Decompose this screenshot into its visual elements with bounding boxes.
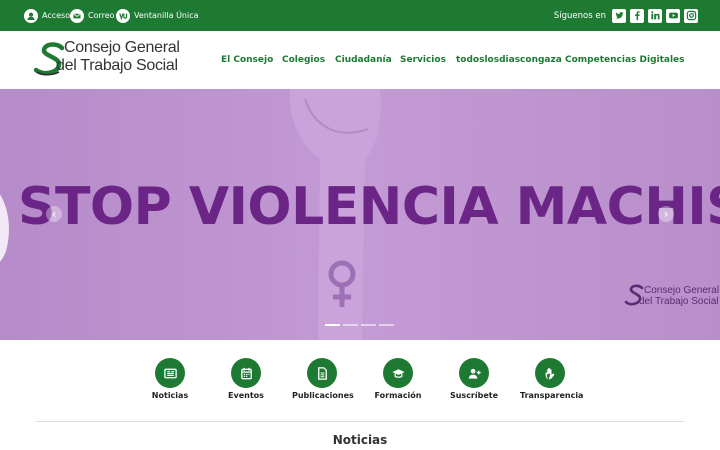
- carousel-dot-3[interactable]: [361, 324, 376, 326]
- logo-line-2: del Trabajo Social: [56, 57, 178, 74]
- mail-link[interactable]: Correo: [70, 0, 115, 31]
- twitter-icon[interactable]: [612, 8, 626, 23]
- quick-link-publicaciones[interactable]: Publicaciones: [292, 358, 354, 400]
- single-window-label: Ventanilla Única: [134, 11, 199, 20]
- single-window-link[interactable]: Ventanilla Única: [116, 0, 199, 31]
- vu-icon: [116, 8, 130, 23]
- mail-label: Correo: [88, 11, 115, 20]
- quick-link-label: Eventos: [228, 391, 264, 400]
- site-logo[interactable]: Consejo General del Trabajo Social: [34, 39, 216, 83]
- chevron-right-icon: ›: [663, 207, 669, 221]
- follow-label: Síguenos en: [553, 10, 606, 21]
- hero-carousel: STOP VIOLENCIA MACHISTA Consejo General …: [0, 89, 720, 340]
- news-section-title: Noticias: [332, 433, 388, 447]
- user-plus-icon: [459, 358, 489, 388]
- quick-link-label: Transparencia: [520, 391, 584, 400]
- linkedin-icon[interactable]: [648, 8, 662, 23]
- quick-link-label: Suscríbete: [449, 391, 499, 400]
- quick-link-eventos[interactable]: Eventos: [216, 358, 276, 400]
- document-icon: [307, 358, 337, 388]
- watermark-line-1: Consejo General: [644, 285, 720, 296]
- newspaper-icon: [155, 358, 185, 388]
- nav-colegios[interactable]: Colegios: [282, 31, 325, 89]
- top-bar: Acceso Correo Ventanilla Única Síguenos …: [0, 0, 720, 31]
- carousel-dot-1[interactable]: [325, 324, 340, 326]
- carousel-dot-4[interactable]: [379, 324, 394, 326]
- calendar-icon: [231, 358, 261, 388]
- chevron-left-icon: ‹: [51, 207, 57, 221]
- carousel-indicators: [325, 324, 394, 326]
- watermark-line-2: del Trabajo Social: [639, 296, 719, 307]
- nav-servicios[interactable]: Servicios: [400, 31, 446, 89]
- quick-link-suscribete[interactable]: Suscríbete: [444, 358, 504, 400]
- hand-icon: [535, 358, 565, 388]
- user-icon: [24, 8, 38, 23]
- graduation-cap-icon: [383, 358, 413, 388]
- social-follow: Síguenos en: [554, 0, 698, 31]
- instagram-icon[interactable]: [684, 8, 698, 23]
- access-link[interactable]: Acceso: [24, 0, 70, 31]
- carousel-prev-button[interactable]: ‹: [46, 206, 62, 222]
- quick-link-label: Formación: [374, 391, 422, 400]
- youtube-icon[interactable]: [666, 8, 680, 23]
- quick-link-transparencia[interactable]: Transparencia: [520, 358, 584, 400]
- quick-links: Noticias Eventos Publicaciones Formación…: [0, 358, 720, 406]
- mail-icon: [70, 8, 84, 23]
- carousel-dot-2[interactable]: [343, 324, 358, 326]
- quick-link-label: Publicaciones: [292, 391, 354, 400]
- nav-ciudadania[interactable]: Ciudadanía: [335, 31, 392, 89]
- quick-link-formacion[interactable]: Formación: [368, 358, 428, 400]
- facebook-icon[interactable]: [630, 8, 644, 23]
- carousel-next-button[interactable]: ›: [658, 206, 674, 222]
- quick-link-label: Noticias: [151, 391, 189, 400]
- nav-el-consejo[interactable]: El Consejo: [221, 31, 273, 89]
- nav-competencias-digitales[interactable]: Competencias Digitales: [565, 31, 685, 89]
- access-label: Acceso: [42, 11, 71, 20]
- side-silhouette: [0, 194, 9, 262]
- site-header: Consejo General del Trabajo Social El Co…: [0, 31, 720, 89]
- section-divider: [36, 421, 684, 422]
- nav-todoslosdiascongaza[interactable]: todoslosdiascongaza: [456, 31, 562, 89]
- quick-link-noticias[interactable]: Noticias: [140, 358, 200, 400]
- logo-line-1: Consejo General: [64, 39, 180, 56]
- hero-slogan: STOP VIOLENCIA MACHISTA: [18, 177, 720, 237]
